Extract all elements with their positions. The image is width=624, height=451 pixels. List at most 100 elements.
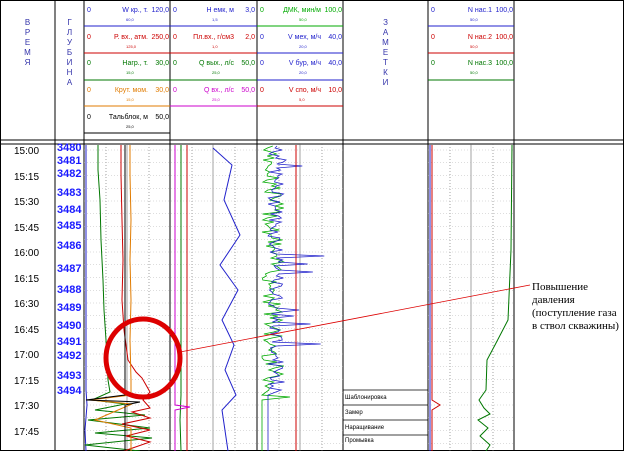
note-item-shablonirovka: Шаблонировка: [345, 395, 387, 401]
time-label: 16:00: [14, 248, 40, 259]
track-min-value: 0: [173, 7, 177, 14]
track-mid-tick: 50,0: [470, 17, 478, 22]
depth-label: 3480: [57, 142, 82, 154]
track-parameter-label: Пл.вх., г/см3: [193, 33, 234, 41]
note-item-naraschivanie: Наращивание: [345, 425, 385, 431]
track-max-value: 3,0: [245, 7, 255, 14]
track-min-value: 0: [87, 113, 91, 121]
track-max-value: 40,0: [328, 33, 342, 41]
depth-label: 3493: [57, 370, 82, 382]
depth-label: 3484: [57, 204, 82, 216]
depth-label: 3488: [57, 284, 82, 296]
track-max-value: 50,0: [241, 87, 255, 95]
chart-border: [0, 0, 624, 451]
track-mid-tick: 25,0: [212, 97, 220, 103]
column-separators: [54, 0, 515, 451]
time-label: 17:45: [14, 426, 40, 438]
time-label: 16:45: [14, 324, 40, 336]
time-label: 17:00: [14, 350, 40, 361]
track-min-value: 0: [173, 33, 177, 41]
depth-label: 3481: [57, 155, 82, 167]
track-parameter-label: Q вых., л/с: [198, 60, 234, 68]
track-mid-tick: 50,0: [470, 70, 478, 76]
trace-pump-2: [431, 145, 441, 451]
track-max-value: 100,0: [495, 33, 513, 41]
depth-label: 3491: [57, 336, 82, 348]
track-mid-tick: 125,0: [126, 43, 137, 49]
log-chart: [0, 0, 624, 451]
track-parameter-label: Q вх., л/с: [204, 87, 234, 95]
track-parameter-label: Тальблок, м: [108, 113, 148, 121]
annotation-circle: [103, 316, 183, 400]
depth-label: 3489: [57, 302, 82, 314]
time-label: 17:30: [14, 401, 40, 412]
track-min-value: 0: [87, 33, 91, 41]
depth-label: 3482: [57, 168, 82, 180]
track-min-value: 0: [260, 60, 264, 68]
note-item-zamer: Замер: [345, 410, 363, 416]
track-parameter-label: W кр., т.: [122, 7, 148, 14]
trace-block-position: [85, 145, 141, 451]
track-parameter-label: ДМК, мин/м: [283, 7, 321, 14]
track-parameter-label: Крут. мом.: [114, 87, 148, 95]
annotation-pointer: [179, 284, 531, 353]
track-parameter-label: V спо, м/ч: [288, 87, 321, 95]
trace-tank-level: [212, 147, 241, 451]
track-mid-tick: 60,0: [126, 17, 134, 22]
track-mid-tick: 1,0: [212, 43, 218, 49]
depth-label: 3490: [57, 320, 82, 332]
track-max-value: 30,0: [155, 87, 169, 95]
track-mid-tick: 25,0: [126, 123, 134, 129]
time-label: 15:15: [14, 171, 40, 183]
track-min-value: 0: [87, 60, 91, 68]
track-min-value: 0: [260, 87, 264, 95]
track-min-value: 0: [173, 87, 177, 95]
track-mid-tick: 15,0: [126, 70, 134, 76]
track-min-value: 0: [431, 60, 435, 68]
column-title-notes: З А М Е Т К И: [382, 18, 389, 87]
time-label: 15:30: [14, 197, 40, 208]
track-mid-tick: 50,0: [299, 17, 307, 22]
track-max-value: 50,0: [241, 60, 255, 68]
track-max-value: 50,0: [155, 113, 169, 121]
depth-label: 3485: [57, 220, 82, 232]
track-min-value: 0: [173, 60, 177, 68]
track-parameter-label: Нагр., т.: [122, 60, 148, 68]
track-parameter-label: N нас.3: [467, 60, 492, 68]
track-parameter-label: N нас.1: [467, 7, 492, 14]
depth-label: 3483: [57, 187, 82, 199]
track-max-value: 2,0: [245, 33, 255, 41]
time-label: 17:15: [14, 375, 40, 387]
track-min-value: 0: [87, 87, 91, 95]
track-mid-tick: 5,0: [299, 97, 305, 103]
track-mid-tick: 25,0: [212, 70, 220, 76]
track-mid-tick: 15,0: [126, 97, 134, 103]
track-mid-tick: 1,5: [212, 17, 218, 22]
track-max-value: 40,0: [328, 60, 342, 68]
track-min-value: 0: [260, 7, 264, 14]
trace-hook-load: [84, 145, 88, 451]
track-parameter-label: V мех, м/ч: [288, 33, 321, 41]
track-min-value: 0: [87, 7, 91, 14]
track-max-value: 250,0: [151, 33, 169, 41]
time-label: 16:15: [14, 273, 40, 285]
trace-flow-in: [174, 145, 191, 451]
column-title-depth: Г Л У Б И Н А: [66, 18, 73, 87]
track-min-value: 0: [431, 7, 435, 14]
track-max-value: 100,0: [495, 7, 513, 14]
track-parameter-label: V бур, м/ч: [288, 60, 321, 68]
annotation-callout: Повышение давления (поступление газа в с…: [532, 281, 619, 332]
track-min-value: 0: [260, 33, 264, 41]
depth-label: 3487: [57, 263, 82, 275]
track-parameter-label: Н емк, м: [206, 7, 234, 14]
track-mid-tick: 20,0: [299, 70, 307, 76]
track-mid-tick: 20,0: [299, 43, 307, 49]
track-max-value: 10,0: [328, 87, 342, 95]
track-parameter-label: N нас.2: [467, 33, 492, 41]
depth-label: 3486: [57, 240, 82, 252]
column-title-time: В Р Е М Я: [24, 18, 31, 67]
horizontal-grid: [84, 149, 514, 444]
note-item-promyvka: Промывка: [345, 438, 374, 444]
track-max-value: 120,0: [151, 7, 169, 14]
track-max-value: 30,0: [155, 60, 169, 68]
